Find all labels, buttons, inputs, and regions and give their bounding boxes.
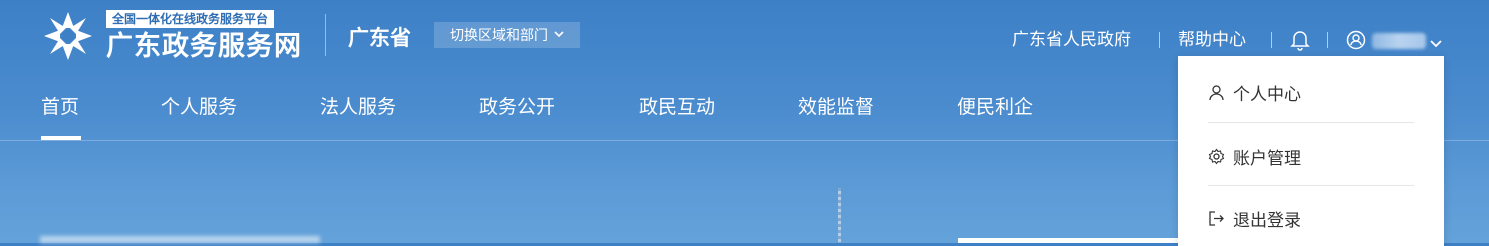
- nav-item-corporate[interactable]: 法人服务: [320, 96, 396, 120]
- username-redacted[interactable]: [1372, 33, 1426, 49]
- menu-item-label: 退出登录: [1233, 211, 1301, 230]
- switch-region-label: 切换区域和部门: [450, 27, 548, 43]
- gov-link[interactable]: 广东省人民政府: [1012, 28, 1131, 52]
- province-label: 广东省: [348, 27, 411, 50]
- switch-region-button[interactable]: 切换区域和部门: [434, 22, 580, 48]
- nav-item-personal[interactable]: 个人服务: [161, 96, 237, 120]
- user-icon: [1209, 85, 1224, 101]
- menu-item-label: 个人中心: [1233, 85, 1301, 104]
- nav-item-convenience[interactable]: 便民利企: [957, 96, 1033, 120]
- logo-title: 广东政务服务网: [106, 31, 302, 61]
- user-circle-icon[interactable]: [1346, 30, 1366, 57]
- gear-icon: [1208, 148, 1225, 165]
- link-separator: [1159, 32, 1160, 48]
- banner-blurred-text: [40, 236, 320, 243]
- logo-subtitle: 全国一体化在线政务服务平台: [106, 10, 275, 28]
- site-logo[interactable]: 全国一体化在线政务服务平台 广东政务服务网: [40, 8, 302, 64]
- banner-search-box[interactable]: [958, 238, 1180, 243]
- user-chevron-down-icon[interactable]: [1430, 31, 1442, 55]
- header-divider: [325, 14, 326, 56]
- logo-mark-icon: [44, 12, 92, 60]
- nav-item-supervision[interactable]: 效能监督: [798, 96, 874, 120]
- menu-item-label: 账户管理: [1233, 149, 1301, 168]
- menu-divider: [1208, 185, 1414, 186]
- nav-item-gov-affairs[interactable]: 政务公开: [479, 96, 555, 120]
- banner-tower-graphic: [838, 188, 841, 243]
- help-center-link[interactable]: 帮助中心: [1178, 28, 1246, 52]
- nav-item-interaction[interactable]: 政民互动: [639, 96, 715, 120]
- link-separator: [1271, 32, 1272, 48]
- nav-item-home[interactable]: 首页: [41, 96, 79, 120]
- user-dropdown-menu: 个人中心 账户管理 退出登录: [1178, 56, 1444, 246]
- bell-icon[interactable]: [1290, 29, 1310, 58]
- chevron-down-icon: [554, 29, 564, 41]
- menu-item-account-settings[interactable]: 账户管理: [1208, 144, 1301, 169]
- logout-icon: [1209, 211, 1224, 226]
- link-separator: [1327, 32, 1328, 48]
- menu-item-personal-center[interactable]: 个人中心: [1208, 80, 1301, 105]
- menu-divider: [1208, 122, 1414, 123]
- menu-item-logout[interactable]: 退出登录: [1208, 206, 1301, 231]
